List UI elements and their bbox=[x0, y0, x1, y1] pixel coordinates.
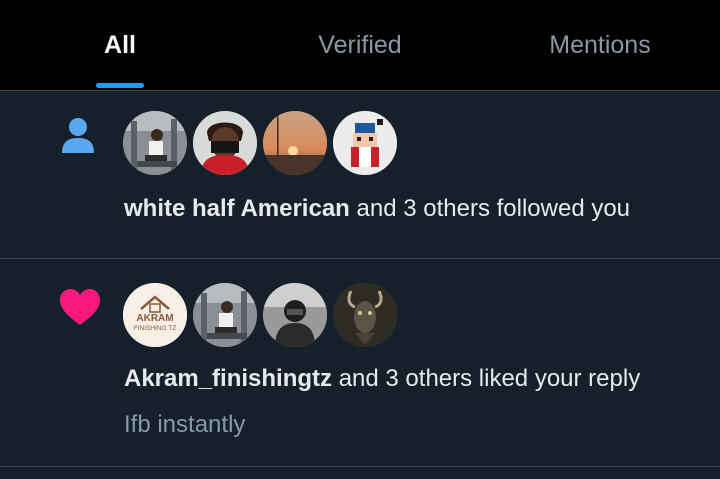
tab-mentions[interactable]: Mentions bbox=[510, 0, 690, 90]
avatar[interactable] bbox=[263, 111, 327, 175]
notification-like[interactable]: AKRAM FINISHING TZ Akram_finishingtz and… bbox=[0, 259, 720, 467]
action-text: and 3 others followed you bbox=[349, 195, 631, 222]
avatar-logo[interactable]: AKRAM FINISHING TZ bbox=[123, 283, 187, 347]
actor-name[interactable]: white half American bbox=[124, 195, 350, 222]
tab-all[interactable]: All bbox=[60, 0, 180, 90]
active-tab-indicator bbox=[96, 83, 144, 88]
reply-snippet: Ifb instantly bbox=[124, 411, 246, 438]
avatar[interactable] bbox=[193, 111, 257, 175]
avatar[interactable] bbox=[333, 283, 397, 347]
avatar[interactable] bbox=[123, 111, 187, 175]
avatar[interactable] bbox=[263, 283, 327, 347]
notification-text: white half American and 3 others followe… bbox=[124, 195, 630, 223]
actor-name[interactable]: Akram_finishingtz bbox=[124, 365, 332, 392]
avatar-group: AKRAM FINISHING TZ bbox=[123, 283, 397, 347]
notification-text: Akram_finishingtz and 3 others liked you… bbox=[124, 365, 640, 393]
action-text: and 3 others liked your reply bbox=[332, 365, 641, 392]
tab-verified[interactable]: Verified bbox=[270, 0, 450, 90]
svg-text:AKRAM: AKRAM bbox=[136, 313, 173, 324]
person-icon bbox=[58, 115, 98, 160]
avatar-group bbox=[123, 111, 397, 175]
svg-text:FINISHING TZ: FINISHING TZ bbox=[134, 325, 177, 332]
avatar[interactable] bbox=[333, 111, 397, 175]
notification-tabs: All Verified Mentions bbox=[0, 0, 720, 91]
notification-follow[interactable]: white half American and 3 others followe… bbox=[0, 91, 720, 259]
avatar[interactable] bbox=[193, 283, 257, 347]
heart-icon bbox=[58, 287, 102, 332]
